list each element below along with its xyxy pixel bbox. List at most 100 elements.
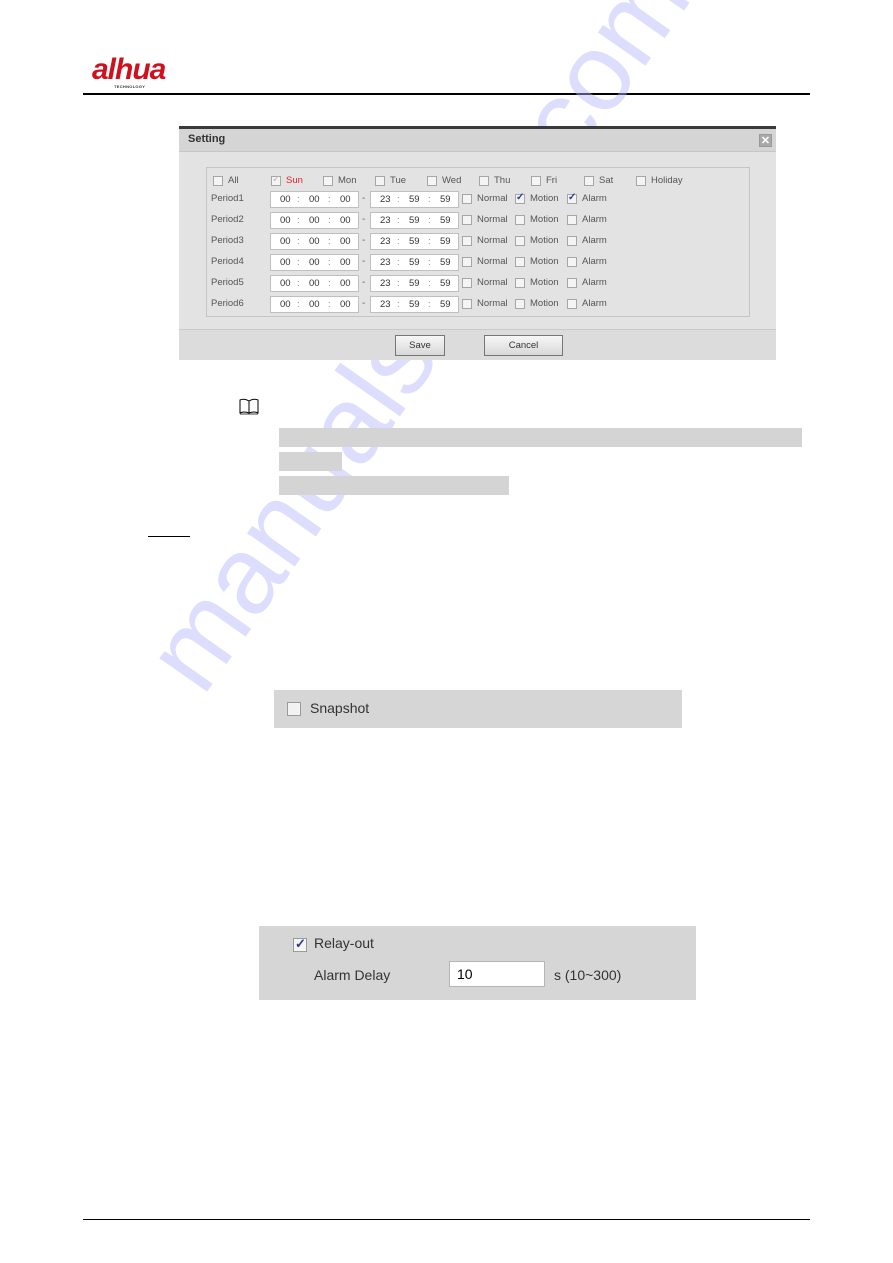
minute-field[interactable]: 00	[309, 257, 320, 268]
day-checkbox-mon[interactable]	[323, 176, 333, 186]
second-field[interactable]: 59	[440, 215, 451, 226]
normal-checkbox[interactable]	[462, 299, 472, 309]
close-icon[interactable]: ✕	[759, 134, 772, 147]
alarm-checkbox[interactable]	[567, 299, 577, 309]
minute-field[interactable]: 59	[409, 278, 420, 289]
save-button[interactable]: Save	[395, 335, 445, 356]
day-checkbox-thu[interactable]	[479, 176, 489, 186]
period-row: Period3 00:00:00-23:59:59 Normal Motion Alar…	[207, 233, 749, 250]
time-separator: :	[328, 194, 331, 205]
end-time-input[interactable]: 23:59:59	[370, 233, 459, 250]
start-time-input[interactable]: 00:00:00	[270, 191, 359, 208]
motion-checkbox[interactable]	[515, 192, 525, 204]
normal-checkbox[interactable]	[462, 278, 472, 288]
alarm-checkbox[interactable]	[567, 278, 577, 288]
hour-field[interactable]: 00	[280, 257, 291, 268]
hour-field[interactable]: 00	[280, 194, 291, 205]
motion-checkbox[interactable]	[515, 257, 525, 267]
minute-field[interactable]: 59	[409, 194, 420, 205]
time-separator: :	[397, 257, 400, 268]
normal-checkbox[interactable]	[462, 257, 472, 267]
minute-field[interactable]: 00	[309, 278, 320, 289]
minute-field[interactable]: 00	[309, 299, 320, 310]
day-label-all: All	[228, 175, 239, 186]
second-field[interactable]: 00	[340, 257, 351, 268]
day-checkbox-sat[interactable]	[584, 176, 594, 186]
start-time-input[interactable]: 00:00:00	[270, 233, 359, 250]
second-field[interactable]: 00	[340, 194, 351, 205]
start-time-input[interactable]: 00:00:00	[270, 296, 359, 313]
period-row: Period5 00:00:00-23:59:59 Normal Motion Alar…	[207, 275, 749, 292]
alarm-label: Alarm	[582, 298, 607, 309]
second-field[interactable]: 59	[440, 236, 451, 247]
second-field[interactable]: 00	[340, 299, 351, 310]
hour-field[interactable]: 23	[380, 299, 391, 310]
alarm-checkbox[interactable]	[567, 192, 577, 204]
alarm-checkbox[interactable]	[567, 257, 577, 267]
hour-field[interactable]: 23	[380, 236, 391, 247]
hour-field[interactable]: 00	[280, 299, 291, 310]
period-label: Period6	[211, 298, 244, 309]
period-label: Period4	[211, 256, 244, 267]
alarm-checkbox[interactable]	[567, 215, 577, 225]
second-field[interactable]: 00	[340, 236, 351, 247]
minute-field[interactable]: 00	[309, 215, 320, 226]
end-time-input[interactable]: 23:59:59	[370, 254, 459, 271]
hour-field[interactable]: 23	[380, 194, 391, 205]
day-checkbox-holiday[interactable]	[636, 176, 646, 186]
logo-wordmark: alhua	[92, 53, 166, 86]
second-field[interactable]: 00	[340, 278, 351, 289]
hour-field[interactable]: 23	[380, 215, 391, 226]
snapshot-panel: Snapshot	[274, 690, 682, 728]
dialog-title: Setting	[188, 133, 226, 145]
second-field[interactable]: 00	[340, 215, 351, 226]
alarm-delay-input[interactable]	[449, 961, 545, 987]
second-field[interactable]: 59	[440, 299, 451, 310]
motion-label: Motion	[530, 235, 559, 246]
second-field[interactable]: 59	[440, 194, 451, 205]
end-time-input[interactable]: 23:59:59	[370, 275, 459, 292]
day-checkbox-wed[interactable]	[427, 176, 437, 186]
hour-field[interactable]: 23	[380, 257, 391, 268]
day-checkbox-sun	[271, 174, 281, 186]
day-checkbox-fri[interactable]	[531, 176, 541, 186]
motion-checkbox[interactable]	[515, 278, 525, 288]
end-time-input[interactable]: 23:59:59	[370, 296, 459, 313]
day-checkbox-tue[interactable]	[375, 176, 385, 186]
hour-field[interactable]: 00	[280, 236, 291, 247]
normal-checkbox[interactable]	[462, 215, 472, 225]
start-time-input[interactable]: 00:00:00	[270, 212, 359, 229]
book-icon	[239, 398, 259, 415]
time-separator: :	[428, 278, 431, 289]
motion-checkbox[interactable]	[515, 299, 525, 309]
start-time-input[interactable]: 00:00:00	[270, 275, 359, 292]
minute-field[interactable]: 59	[409, 215, 420, 226]
alarm-checkbox[interactable]	[567, 236, 577, 246]
snapshot-checkbox[interactable]	[287, 702, 301, 716]
minute-field[interactable]: 59	[409, 257, 420, 268]
relay-out-checkbox[interactable]	[293, 936, 307, 952]
hour-field[interactable]: 23	[380, 278, 391, 289]
motion-checkbox[interactable]	[515, 215, 525, 225]
minute-field[interactable]: 00	[309, 194, 320, 205]
end-time-input[interactable]: 23:59:59	[370, 212, 459, 229]
minute-field[interactable]: 59	[409, 236, 420, 247]
second-field[interactable]: 59	[440, 278, 451, 289]
footer-rule	[83, 1219, 810, 1220]
note-line-1	[279, 428, 802, 447]
time-separator: :	[428, 215, 431, 226]
day-checkbox-all[interactable]	[213, 176, 223, 186]
motion-checkbox[interactable]	[515, 236, 525, 246]
hour-field[interactable]: 00	[280, 278, 291, 289]
end-time-input[interactable]: 23:59:59	[370, 191, 459, 208]
start-time-input[interactable]: 00:00:00	[270, 254, 359, 271]
hour-field[interactable]: 00	[280, 215, 291, 226]
normal-checkbox[interactable]	[462, 194, 472, 204]
motion-label: Motion	[530, 193, 559, 204]
cancel-button[interactable]: Cancel	[484, 335, 563, 356]
minute-field[interactable]: 00	[309, 236, 320, 247]
days-row: All Sun Mon Tue Wed Thu Fri Sat Holiday	[207, 174, 749, 188]
normal-checkbox[interactable]	[462, 236, 472, 246]
second-field[interactable]: 59	[440, 257, 451, 268]
minute-field[interactable]: 59	[409, 299, 420, 310]
